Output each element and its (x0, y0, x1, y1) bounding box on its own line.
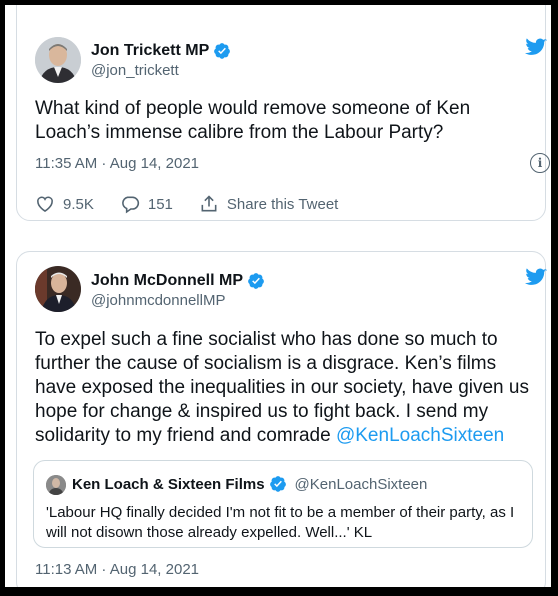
avatar-mcdonnell[interactable] (35, 266, 81, 312)
author-handle-trickett[interactable]: @jon_trickett (91, 62, 179, 79)
share-label: Share this Tweet (226, 195, 339, 213)
quoted-author-name: Ken Loach & Sixteen Films (72, 475, 265, 493)
timestamp-mcdonnell[interactable]: 11:13 AM · Aug 14, 2021 (35, 561, 199, 578)
reply-button[interactable]: 151 (120, 194, 173, 214)
share-icon (201, 195, 217, 212)
quoted-tweet[interactable]: Ken Loach & Sixteen Films @KenLoachSixte… (33, 460, 533, 548)
like-button[interactable]: 9.5K (35, 194, 94, 214)
verified-badge-icon (214, 43, 231, 59)
screenshot-frame: Jon Trickett MP @jon_trickett What kind … (5, 5, 551, 587)
author-name-mcdonnell[interactable]: John McDonnell MP (91, 272, 265, 290)
verified-badge-icon (248, 273, 264, 289)
avatar-trickett[interactable] (35, 37, 81, 83)
quoted-author[interactable]: Ken Loach & Sixteen Films @KenLoachSixte… (72, 475, 427, 493)
reply-icon (121, 196, 139, 214)
avatar-kenloach (46, 475, 66, 495)
quoted-author-handle: @KenLoachSixteen (294, 475, 428, 493)
tweet-text-trickett: What kind of people would remove someone… (35, 98, 471, 143)
share-button[interactable]: Share this Tweet (199, 194, 338, 214)
quoted-tweet-text: 'Labour HQ finally decided I'm not fit t… (46, 504, 515, 541)
reply-count: 151 (147, 195, 173, 213)
heart-icon (37, 196, 53, 213)
tweet-actions-trickett: 9.5K 151 Share this Tweet (35, 194, 364, 214)
tweet-card-trickett[interactable]: Jon Trickett MP @jon_trickett What kind … (16, 5, 550, 221)
tweet-text-mcdonnell: To expel such a fine socialist who has d… (35, 328, 540, 448)
verified-badge-icon (269, 476, 286, 492)
info-icon[interactable]: i (530, 153, 550, 173)
author-handle-mcdonnell[interactable]: @johnmcdonnellMP (91, 292, 225, 309)
twitter-bird-icon[interactable] (523, 36, 549, 58)
twitter-bird-icon[interactable] (523, 266, 549, 288)
author-name-text: John McDonnell MP (91, 272, 243, 289)
timestamp-trickett[interactable]: 11:35 AM · Aug 14, 2021 (35, 155, 199, 172)
like-count: 9.5K (63, 195, 94, 213)
author-name-text: Jon Trickett MP (91, 42, 210, 59)
tweet-card-mcdonnell[interactable]: John McDonnell MP @johnmcdonnellMP To ex… (16, 251, 549, 587)
mention-link[interactable]: @KenLoachSixteen (336, 425, 504, 446)
author-name-trickett[interactable]: Jon Trickett MP (91, 42, 231, 60)
